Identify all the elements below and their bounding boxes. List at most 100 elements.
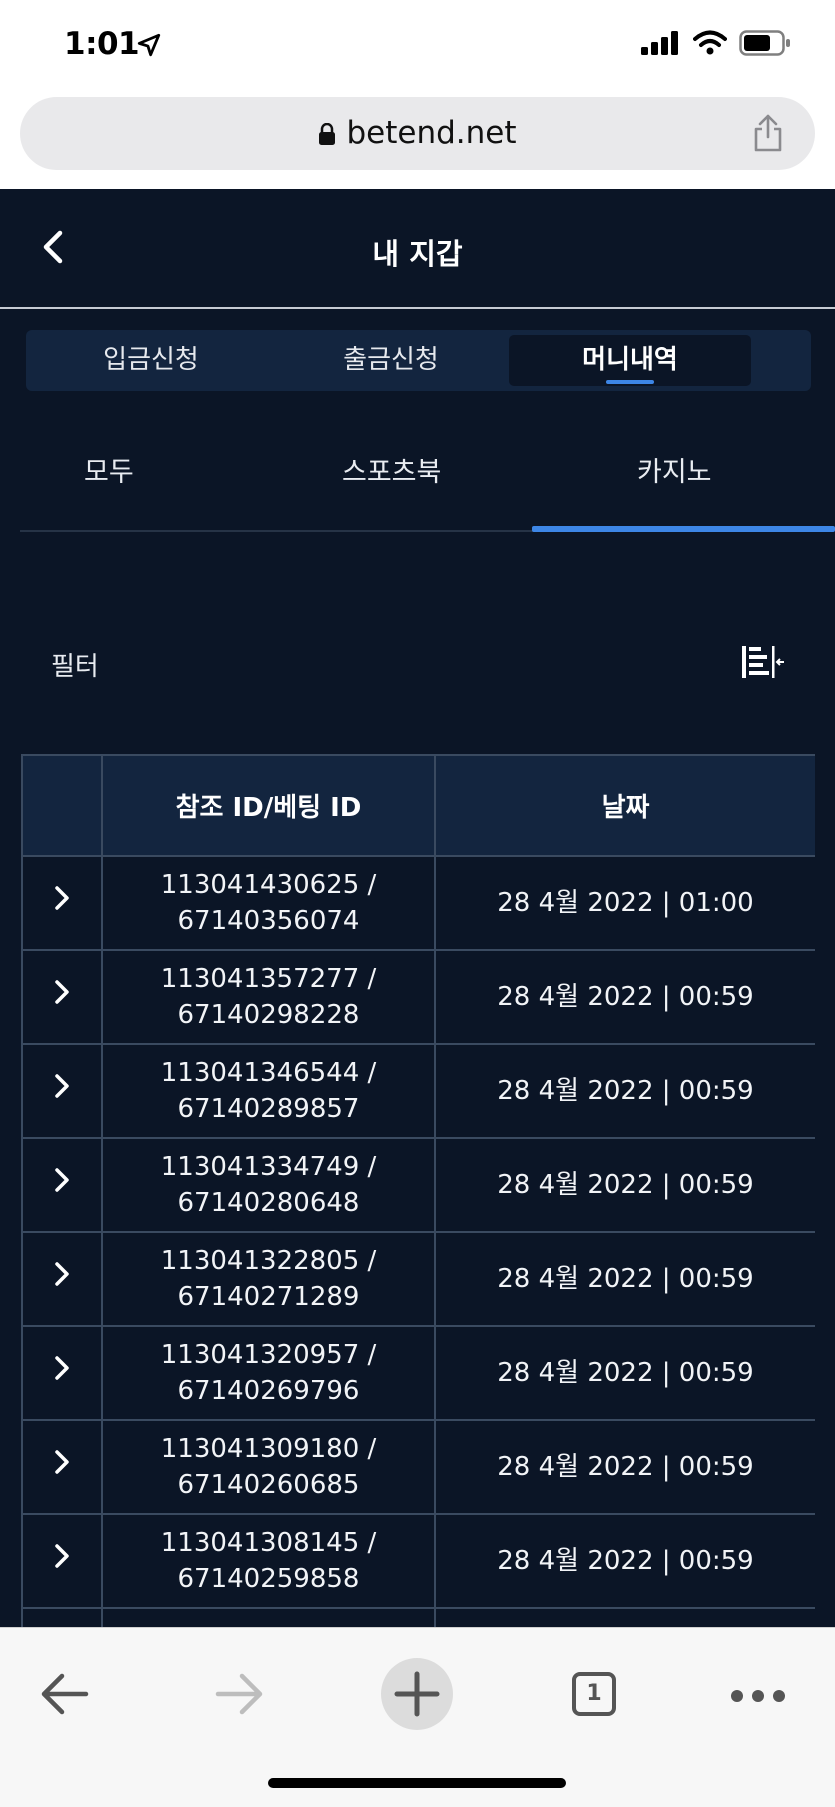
date-cell: 28 4월 2022 | 00:59 [434,1043,815,1139]
new-tab-button[interactable] [381,1658,453,1730]
location-arrow-icon [136,32,162,62]
chevron-right-icon [55,980,69,1004]
bet-id: 67140356074 [177,906,360,936]
bet-id: 67140280648 [177,1188,360,1218]
ref-bet-id-cell: 113041322805 / 67140271289 [101,1231,436,1327]
expand-row-button[interactable] [21,949,103,1045]
expand-row-button[interactable] [21,1607,103,1627]
ref-bet-id-cell: 113041430625 / 67140356074 [101,855,436,951]
browser-url-area: betend.net [0,92,835,189]
tab-switcher-button[interactable]: 1 [572,1672,616,1716]
column-header-ref-id: 참조 ID/베팅 ID [101,754,436,857]
chevron-right-icon [55,886,69,910]
more-options-icon[interactable] [730,1688,786,1707]
ref-id: 113041320957 / [160,1340,377,1370]
table-row[interactable]: 113041430625 / 67140356074 28 4월 2022 | 0… [21,855,815,951]
history-filter-tabs: 모두 스포츠북 카지노 [20,420,835,532]
expand-row-button[interactable] [21,1513,103,1609]
share-icon[interactable] [751,113,785,157]
subtab-sportsbook[interactable]: 스포츠북 [342,450,441,489]
address-bar[interactable]: betend.net [20,97,815,170]
ref-bet-id-cell: 113041320957 / 67140269796 [101,1325,436,1421]
table-row[interactable]: 113041357277 / 67140298228 28 4월 2022 | 0… [21,949,815,1045]
url-display[interactable]: betend.net [20,115,815,153]
page-title: 내 지갑 [372,237,463,271]
ref-id: 113041309180 / [160,1434,377,1464]
browser-toolbar: 1 [0,1627,835,1807]
status-time: 1:01 [64,26,140,62]
expand-row-button[interactable] [21,1043,103,1139]
ref-id: 113041430625 / [160,870,377,900]
ref-bet-id-cell: 113041308145 / 67140259858 [101,1513,436,1609]
date-cell: 28 4월 2022 | 00:59 [434,1231,815,1327]
expand-row-button[interactable] [21,1325,103,1421]
table-row[interactable]: 113041308145 / 67140259858 28 4월 2022 | 0… [21,1513,815,1609]
lock-icon [318,117,336,153]
chevron-right-icon [55,1168,69,1192]
expand-row-button[interactable] [21,1137,103,1233]
date-cell [434,1607,815,1627]
bet-id: 67140260685 [177,1470,360,1500]
tab-money-history[interactable]: 머니내역 [509,335,751,386]
chevron-right-icon [55,1074,69,1098]
active-tab-indicator [606,380,654,384]
date-cell: 28 4월 2022 | 01:00 [434,855,815,951]
bet-id: 67140289857 [177,1094,360,1124]
active-subtab-indicator [532,526,835,532]
bet-id: 67140298228 [177,1000,360,1030]
chevron-right-icon [55,1544,69,1568]
wifi-icon [693,30,727,60]
status-indicators [641,30,791,60]
table-row[interactable]: 113041322805 / 67140271289 28 4월 2022 | 0… [21,1231,815,1327]
ref-bet-id-cell: 113041309180 / 67140260685 [101,1419,436,1515]
transaction-table: 참조 ID/베팅 ID 날짜 113041430625 / 67140356074… [21,754,815,1627]
plus-icon [394,1671,440,1717]
chevron-right-icon [55,1450,69,1474]
date-cell: 28 4월 2022 | 00:59 [434,1325,815,1421]
url-text: betend.net [346,115,517,151]
subtab-casino[interactable]: 카지노 [637,450,712,489]
home-indicator [268,1778,566,1788]
column-header-date: 날짜 [434,754,815,857]
ref-id: 113041308145 / [160,1528,377,1558]
ref-bet-id-cell [101,1607,436,1627]
ref-bet-id-cell: 113041357277 / 67140298228 [101,949,436,1045]
date-cell: 28 4월 2022 | 00:59 [434,949,815,1045]
subtab-all[interactable]: 모두 [84,450,134,489]
ref-bet-id-cell: 113041334749 / 67140280648 [101,1137,436,1233]
tab-deposit[interactable]: 입금신청 [31,335,271,386]
filter-label[interactable]: 필터 [51,646,99,683]
column-header-expand [21,754,103,857]
chevron-right-icon [55,1262,69,1286]
browser-back-icon[interactable] [38,1672,90,1720]
bet-id: 67140271289 [177,1282,360,1312]
date-cell: 28 4월 2022 | 00:59 [434,1419,815,1515]
table-row[interactable] [21,1607,815,1627]
expand-row-button[interactable] [21,855,103,951]
chevron-right-icon [55,1356,69,1380]
table-row[interactable]: 113041334749 / 67140280648 28 4월 2022 | 0… [21,1137,815,1233]
wallet-tabs: 입금신청 출금신청 머니내역 [26,330,811,391]
table-header-row: 참조 ID/베팅 ID 날짜 [21,754,815,857]
table-row[interactable]: 113041309180 / 67140260685 28 4월 2022 | 0… [21,1419,815,1515]
cellular-signal-icon [641,31,681,59]
browser-forward-icon[interactable] [214,1672,266,1720]
tab-withdraw[interactable]: 출금신청 [271,335,511,386]
expand-row-button[interactable] [21,1231,103,1327]
ref-id: 113041322805 / [160,1246,377,1276]
table-row[interactable]: 113041320957 / 67140269796 28 4월 2022 | 0… [21,1325,815,1421]
table-row[interactable]: 113041346544 / 67140289857 28 4월 2022 | 0… [21,1043,815,1139]
bet-id: 67140269796 [177,1376,360,1406]
date-cell: 28 4월 2022 | 00:59 [434,1513,815,1609]
ref-id: 113041334749 / [160,1152,377,1182]
app-header: 내 지갑 [0,189,835,309]
ref-id: 113041357277 / [160,964,377,994]
date-cell: 28 4월 2022 | 00:59 [434,1137,815,1233]
ref-id: 113041346544 / [160,1058,377,1088]
tab-money-history-label: 머니내역 [582,345,678,375]
status-bar: 1:01 [0,0,835,92]
expand-row-button[interactable] [21,1419,103,1515]
filter-toggle-icon[interactable] [740,644,784,684]
ref-bet-id-cell: 113041346544 / 67140289857 [101,1043,436,1139]
bet-id: 67140259858 [177,1564,360,1594]
